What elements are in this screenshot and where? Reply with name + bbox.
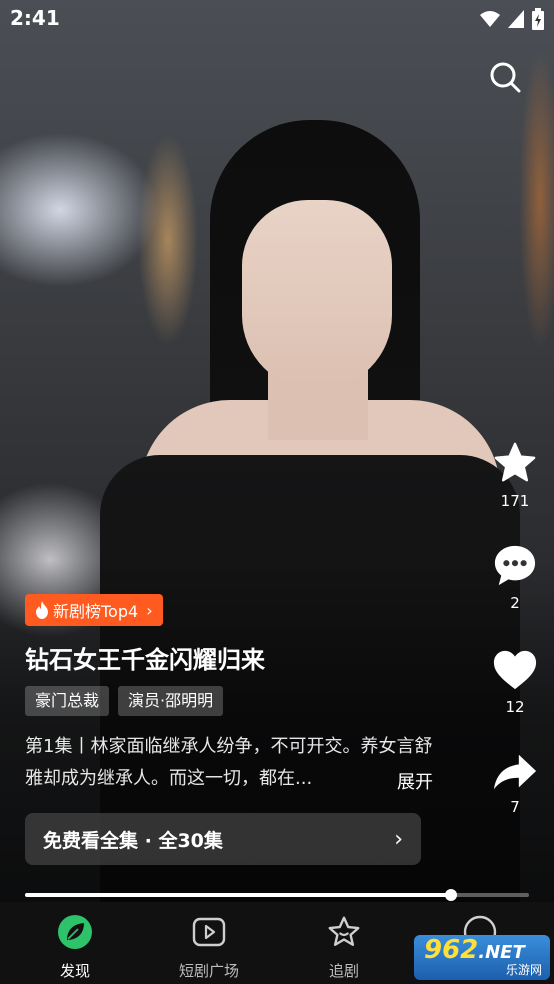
like-button[interactable]: 12 <box>486 648 544 716</box>
nav-discover-label: 发现 <box>59 962 90 980</box>
site-watermark: 962.NET 乐游网 <box>414 935 550 980</box>
signal-icon <box>508 10 524 28</box>
wifi-icon <box>480 11 500 27</box>
tag-actor[interactable]: 演员·邵明明 <box>118 686 224 716</box>
synopsis-text: 第1集丨林家面临继承人纷争，不可开交。养女言舒雅却成为继承人。而这一切，都在..… <box>25 736 433 789</box>
star-outline-icon <box>328 916 360 946</box>
progress-fill <box>25 893 452 897</box>
nav-following-label: 追剧 <box>328 962 359 980</box>
nav-following[interactable]: 追剧 <box>294 914 394 981</box>
favorite-count: 171 <box>500 492 530 510</box>
status-bar: 2:41 <box>0 0 554 38</box>
expand-link[interactable]: 展开 <box>397 767 433 799</box>
watermark-tagline: 乐游网 <box>505 963 542 977</box>
comment-icon <box>494 545 536 586</box>
comment-button[interactable]: 2 <box>486 544 544 612</box>
status-time: 2:41 <box>10 6 60 30</box>
play-square-icon <box>192 917 226 947</box>
video-frame-face <box>242 200 392 390</box>
share-count: 7 <box>510 798 520 816</box>
tag-genre[interactable]: 豪门总裁 <box>25 686 110 716</box>
drama-tags: 豪门总裁 演员·邵明明 <box>25 686 224 716</box>
like-count: 12 <box>505 698 525 716</box>
nav-drama-plaza[interactable]: 短剧广场 <box>159 914 259 981</box>
favorite-button[interactable]: 171 <box>486 440 544 510</box>
chevron-right-icon: › <box>394 826 403 852</box>
watch-full-label: 免费看全集 · 全30集 <box>43 829 223 852</box>
star-icon <box>494 442 536 482</box>
search-icon <box>490 62 521 93</box>
heart-icon <box>493 650 537 690</box>
comment-count: 2 <box>510 594 520 612</box>
rank-badge[interactable]: 新剧榜Top4 › <box>25 594 163 626</box>
share-button[interactable]: 7 <box>486 752 544 816</box>
share-arrow-icon <box>493 754 537 790</box>
flame-icon <box>36 601 48 619</box>
chevron-right-icon: › <box>146 600 153 620</box>
watch-full-button[interactable]: 免费看全集 · 全30集 › <box>25 813 421 865</box>
drama-title[interactable]: 钻石女王千金闪耀归来 <box>25 640 265 675</box>
nav-discover[interactable]: 发现 <box>25 914 125 981</box>
nav-drama-plaza-label: 短剧广场 <box>178 962 239 980</box>
battery-icon <box>532 8 544 30</box>
leaf-icon <box>58 915 92 949</box>
rank-badge-label: 新剧榜Top4 <box>53 602 139 621</box>
synopsis: 第1集丨林家面临继承人纷争，不可开交。养女言舒雅却成为继承人。而这一切，都在..… <box>25 731 445 795</box>
playback-progress[interactable] <box>25 889 529 901</box>
status-icons <box>480 8 544 30</box>
search-button[interactable] <box>486 58 526 98</box>
